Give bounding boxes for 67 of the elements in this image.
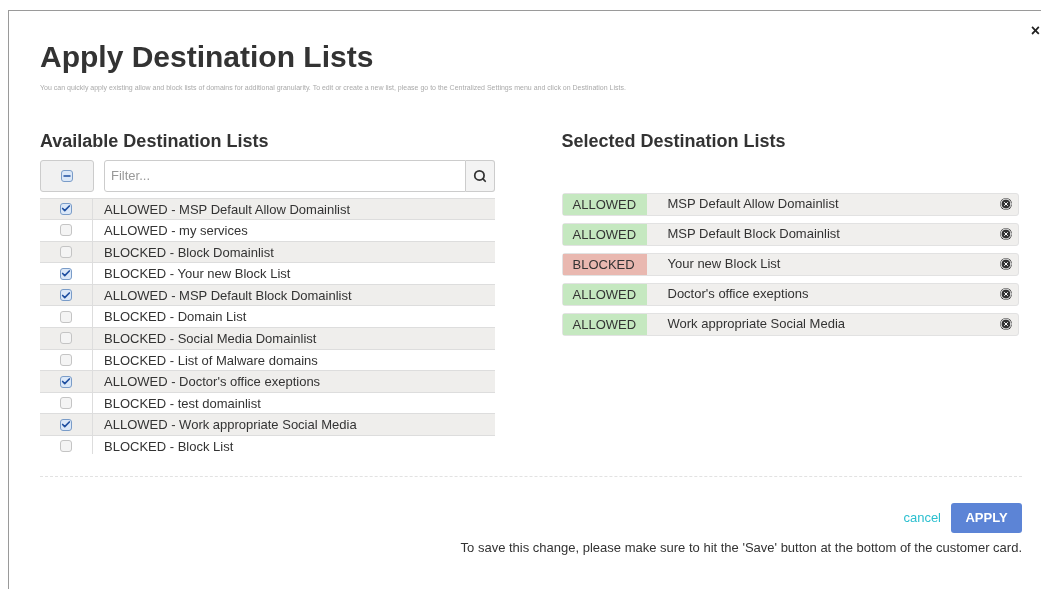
section-heading: Available Destination Lists — [40, 129, 269, 152]
list-row[interactable]: BLOCKED - Domain List — [40, 306, 495, 329]
checkbox[interactable] — [60, 353, 72, 366]
list-item-label: ALLOWED - my services — [103, 222, 248, 241]
list-row[interactable]: BLOCKED - Social Media Domainlist — [40, 328, 495, 350]
list-row[interactable]: BLOCKED - List of Malware domains — [40, 349, 495, 372]
list-name: Work appropriate Social Media — [667, 315, 846, 334]
filter-field[interactable]: Filter... — [104, 159, 466, 192]
dialog-title: Apply Destination Lists — [40, 39, 374, 75]
remove-icon — [1000, 258, 1012, 270]
checkbox[interactable] — [60, 418, 72, 431]
close-button[interactable]: × — [1030, 23, 1040, 39]
remove-button[interactable] — [1000, 288, 1012, 300]
list-name: MSP Default Block Domainlist — [667, 225, 841, 244]
checkbox[interactable] — [60, 202, 72, 215]
remove-icon — [1000, 288, 1012, 300]
list-row[interactable]: ALLOWED - my services — [40, 220, 495, 242]
checkbox[interactable] — [60, 246, 72, 258]
checkbox[interactable] — [60, 440, 72, 453]
search-icon — [472, 168, 487, 183]
checkbox[interactable] — [60, 267, 72, 280]
list-row[interactable]: ALLOWED - Work appropriate Social Media — [40, 414, 495, 437]
checkbox[interactable] — [60, 375, 72, 388]
list-row[interactable]: BLOCKED - Block Domainlist — [40, 241, 495, 264]
list-item-label: BLOCKED - test domainlist — [103, 394, 261, 413]
list-item-label: BLOCKED - Social Media Domainlist — [103, 330, 317, 349]
list-item-label: BLOCKED - Domain List — [103, 308, 247, 327]
save-note: To save this change, please make sure to hit the 'Save' button at the bottom of the customer card. — [460, 538, 1022, 557]
list-item-label: ALLOWED - MSP Default Block Domainlist — [103, 286, 352, 305]
list-row[interactable]: BLOCKED - Your new Block List — [40, 263, 495, 285]
checkbox[interactable] — [61, 169, 73, 182]
status-tag: ALLOWED — [562, 313, 647, 335]
list-row[interactable]: ALLOWED - Doctor's office exeptions — [40, 371, 495, 393]
remove-icon — [1000, 228, 1012, 240]
remove-button[interactable] — [1000, 198, 1012, 210]
checkbox[interactable] — [60, 224, 72, 237]
checkbox[interactable] — [60, 289, 72, 302]
checkbox[interactable] — [60, 332, 72, 345]
list-item-label: BLOCKED - Your new Block List — [103, 265, 291, 284]
status-tag: ALLOWED — [562, 283, 647, 305]
status-tag: BLOCKED — [562, 253, 647, 275]
list-item-label: BLOCKED - List of Malware domains — [103, 351, 318, 370]
remove-button[interactable] — [1000, 228, 1012, 240]
remove-icon — [1000, 318, 1012, 330]
checkbox[interactable] — [60, 310, 72, 323]
remove-button[interactable] — [1000, 258, 1012, 270]
remove-icon — [1000, 198, 1012, 210]
select-all-button[interactable] — [40, 159, 94, 192]
list-row[interactable]: ALLOWED - MSP Default Block Domainlist — [40, 284, 495, 307]
list-name: MSP Default Allow Domainlist — [667, 195, 840, 214]
list-item-label: ALLOWED - Work appropriate Social Media — [103, 416, 357, 435]
list-item-label: ALLOWED - Doctor's office exeptions — [103, 373, 321, 392]
remove-button[interactable] — [1000, 318, 1012, 330]
check-icon — [61, 289, 71, 301]
section-heading: Selected Destination Lists — [561, 129, 786, 152]
list-name: Your new Block List — [667, 255, 782, 274]
status-tag: ALLOWED — [562, 223, 647, 245]
status-tag: ALLOWED — [562, 193, 647, 215]
list-item-label: BLOCKED - Block Domainlist — [103, 243, 274, 262]
search-button[interactable] — [465, 159, 495, 192]
list-row[interactable]: ALLOWED - MSP Default Allow Domainlist — [40, 198, 495, 221]
list-item-label: BLOCKED - Block List — [103, 438, 234, 454]
list-item-label: ALLOWED - MSP Default Allow Domainlist — [103, 200, 351, 219]
list-name: Doctor's office exeptions — [667, 285, 810, 304]
apply-button[interactable]: APPLY — [951, 502, 1022, 533]
list-row[interactable]: BLOCKED - test domainlist — [40, 392, 495, 415]
checkbox[interactable] — [60, 397, 72, 410]
